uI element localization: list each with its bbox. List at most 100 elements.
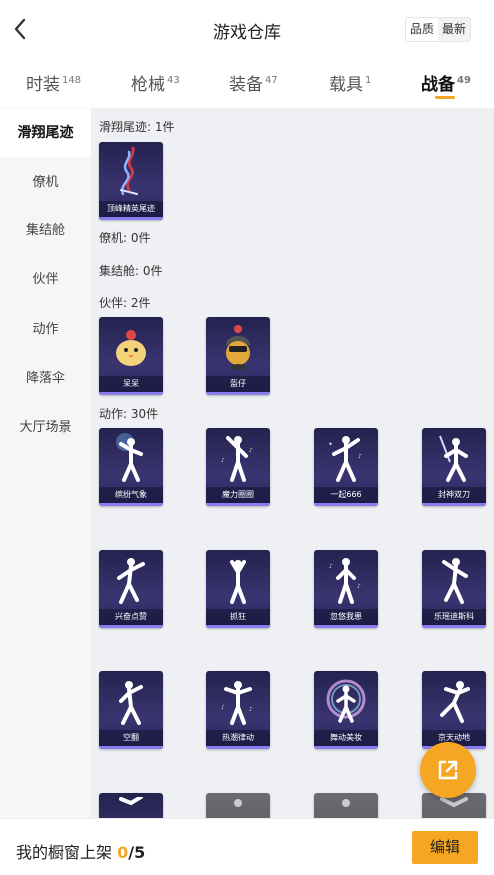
svg-text:♪: ♪ [221,457,225,464]
item-name: 呆呆 [99,376,163,392]
item-card[interactable]: 京天动地 [422,671,486,749]
item-card[interactable] [99,793,163,818]
dancer-icon [206,793,270,818]
item-card-locked[interactable] [314,793,378,818]
rarity-bar [206,392,270,395]
external-link-icon [438,760,458,780]
sidebar-item-emote[interactable]: 动作 [0,306,91,354]
item-card[interactable]: 呆呆 [99,317,163,395]
dancer-icon [99,550,163,609]
svg-text:✦: ✦ [328,441,333,448]
item-name: 封神双刀 [422,487,486,503]
sidebar-item-parachute[interactable]: 降落伞 [0,355,91,403]
tab-combat-prep[interactable]: 战备 49 [421,70,471,99]
item-card[interactable]: ✦ ♪ 一起666 [314,428,378,506]
item-card-locked[interactable] [206,793,270,818]
rarity-bar [314,746,378,749]
sort-newest-button[interactable]: 最新 [438,18,470,41]
item-card[interactable]: 封神双刀 [422,428,486,506]
chick-icon [99,317,163,376]
item-name: 一起666 [314,487,378,503]
sidebar-item-wingman[interactable]: 僚机 [0,159,91,207]
tab-label: 载具 [329,75,363,95]
item-name: 舞动美妆 [314,730,378,746]
rarity-bar [314,625,378,628]
section-header: 动作: 30件 [99,407,159,421]
item-grid: 滑翔尾迹: 1件 顶峰精英尾迹 僚机: 0件 集结舱: 0件 伙伴: 2件 呆呆… [91,108,494,818]
showcase-total: /5 [128,843,146,862]
dancer-icon [314,671,378,730]
item-card[interactable]: 空翻 [99,671,163,749]
item-card[interactable]: 顶峰精英尾迹 [99,142,163,220]
section-header: 滑翔尾迹: 1件 [99,120,175,134]
sidebar-item-pod[interactable]: 集结舱 [0,207,91,255]
sidebar-item-glide-trail[interactable]: 滑翔尾迹 [0,109,91,157]
item-name: 兴奋点赞 [99,609,163,625]
svg-text:♪: ♪ [358,453,362,460]
sort-quality-button[interactable]: 品质 [406,18,439,41]
item-name: 盔仔 [206,376,270,392]
item-card[interactable]: 乐瑶迪斯科 [422,550,486,628]
category-tabs: 时装 148 枪械 43 装备 47 载具 1 战备 49 [0,58,494,108]
active-tab-indicator [435,96,455,99]
item-card[interactable]: 舞动美妆 [314,671,378,749]
svg-text:♪: ♪ [221,704,225,711]
item-card[interactable]: 兴奋点赞 [99,550,163,628]
tab-label: 战备 [421,75,455,95]
svg-text:♪: ♪ [249,447,253,454]
tab-vehicles[interactable]: 载具 1 [329,70,371,95]
dancer-icon [422,428,486,487]
dancer-icon: ♪ ♪ [206,671,270,730]
sort-toggle: 品质 最新 [405,17,472,42]
item-card[interactable]: ♪ ♪ 热潮律动 [206,671,270,749]
rarity-bar [422,625,486,628]
edit-button[interactable]: 编辑 [412,831,478,864]
rarity-bar [206,746,270,749]
item-card[interactable]: ♪ ♪ 魔力圈圈 [206,428,270,506]
tab-count: 47 [265,75,278,86]
item-name: 缤纷气象 [99,487,163,503]
sidebar-item-partner[interactable]: 伙伴 [0,256,91,304]
item-name: 乐瑶迪斯科 [422,609,486,625]
svg-text:♪: ♪ [329,563,333,570]
dancer-icon [99,428,163,487]
svg-text:♪: ♪ [249,706,253,713]
item-name: 抓狂 [206,609,270,625]
trail-icon [99,142,163,201]
rarity-bar [422,503,486,506]
showcase-bar: 我的橱窗上架 0/5 编辑 [0,818,494,875]
rarity-bar [99,746,163,749]
tab-label: 枪械 [131,75,165,95]
rarity-bar [99,392,163,395]
dancer-icon [206,550,270,609]
dancer-icon: ✦ ♪ [314,428,378,487]
item-card[interactable]: 抓狂 [206,550,270,628]
item-name: 魔力圈圈 [206,487,270,503]
share-button[interactable] [420,742,476,798]
tab-count: 148 [62,75,82,86]
tab-weapons[interactable]: 枪械 43 [131,70,180,95]
section-header: 僚机: 0件 [99,231,151,245]
dancer-icon: ♪ ♪ [206,428,270,487]
dancer-icon [422,671,486,730]
tab-label: 装备 [229,75,263,95]
sidebar-item-lobby-scene[interactable]: 大厅场景 [0,404,91,452]
item-name: 顶峰精英尾迹 [99,201,163,217]
item-card[interactable]: 盔仔 [206,317,270,395]
tab-fashion[interactable]: 时装 148 [26,70,81,95]
helmet-bird-icon [206,317,270,376]
showcase-count: 0 [117,843,129,862]
rarity-bar [206,625,270,628]
item-card[interactable]: 缤纷气象 [99,428,163,506]
sidebar: 滑翔尾迹 僚机 集结舱 伙伴 动作 降落伞 大厅场景 [0,108,91,818]
item-name: 空翻 [99,730,163,746]
dancer-icon [99,671,163,730]
tab-equipment[interactable]: 装备 47 [229,70,278,95]
dancer-icon: ♪ ♪ [314,550,378,609]
item-name: 热潮律动 [206,730,270,746]
tab-count: 43 [167,75,180,86]
item-name: 忽悠我患 [314,609,378,625]
rarity-bar [99,217,163,220]
item-card[interactable]: ♪ ♪ 忽悠我患 [314,550,378,628]
showcase-label: 我的橱窗上架 [16,843,113,862]
